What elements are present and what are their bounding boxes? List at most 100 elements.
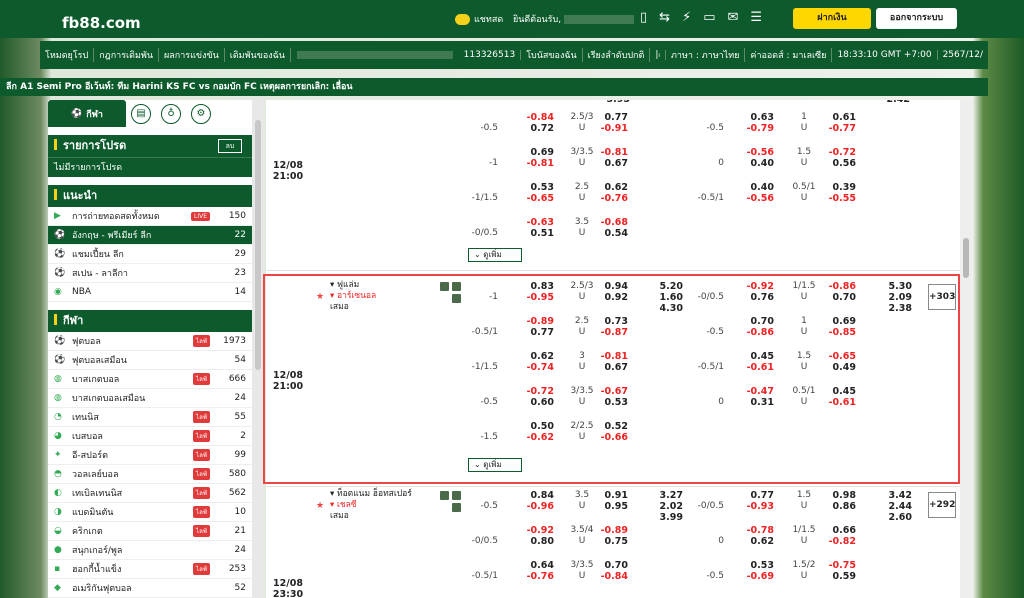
odds-away[interactable]: -0.66 xyxy=(594,432,628,443)
odds-home[interactable]: 0.50 xyxy=(520,421,554,432)
live-video-icon[interactable] xyxy=(452,282,461,291)
site-logo[interactable]: fb88.com xyxy=(62,4,141,35)
sidebar-scrollbar[interactable] xyxy=(252,100,264,598)
odds-partial[interactable]: 3.95 xyxy=(600,100,630,105)
more-button[interactable]: ⌄ ดูเพิ่ม xyxy=(468,248,522,262)
odds-partial[interactable]: 2.42 xyxy=(880,100,910,105)
odds-home[interactable]: 0.84 xyxy=(520,490,554,501)
live-chat-link[interactable]: แชทสด xyxy=(455,12,503,26)
field-icon[interactable] xyxy=(452,503,461,512)
stats-icon[interactable] xyxy=(440,282,449,291)
favorites-delete-button[interactable]: ลบ xyxy=(218,139,242,153)
odds-away-half[interactable]: -0.82 xyxy=(822,536,856,547)
odds-away[interactable]: 0.92 xyxy=(594,292,628,303)
odds-away-half[interactable]: 0.70 xyxy=(822,292,856,303)
odds-home-half[interactable]: 0.40 xyxy=(740,182,774,193)
main-scroll-thumb[interactable] xyxy=(963,238,969,278)
sport-item[interactable]: ⚽ ฟุตบอล ไลฟ์ 1973 xyxy=(48,332,252,351)
odds-away-half[interactable]: 0.39 xyxy=(822,182,856,193)
away-team[interactable]: ▾ เชลซี xyxy=(330,500,412,511)
odds-away[interactable]: -0.67 xyxy=(594,386,628,397)
odds-away-half[interactable]: -0.77 xyxy=(822,123,856,134)
odds-away[interactable]: -0.76 xyxy=(594,193,628,204)
stats-icon[interactable] xyxy=(440,491,449,500)
odds-home[interactable]: -0.76 xyxy=(520,571,554,582)
sport-item[interactable]: ◑ แบดมินตัน ไลฟ์ 10 xyxy=(48,503,252,522)
odds-home-half[interactable]: -0.69 xyxy=(740,571,774,582)
odds-home-half[interactable]: -0.86 xyxy=(740,327,774,338)
more-markets-button[interactable]: +303 xyxy=(928,284,956,310)
odds-home[interactable]: -0.62 xyxy=(520,432,554,443)
odds-away-half[interactable]: 0.86 xyxy=(822,501,856,512)
odds-home-half[interactable]: -0.79 xyxy=(740,123,774,134)
recommended-item[interactable]: ◉ NBA 14 xyxy=(48,283,252,302)
recommended-item[interactable]: ⚽ แชมเปี้ยน ลีก 29 xyxy=(48,245,252,264)
wallet-icon[interactable]: ▯ xyxy=(640,10,647,25)
odds-away[interactable]: 0.53 xyxy=(594,397,628,408)
sport-item[interactable]: ◒ คริกเกต ไลฟ์ 21 xyxy=(48,522,252,541)
sport-item[interactable]: ◍ บาสเกตบอล ไลฟ์ 666 xyxy=(48,370,252,389)
odds-away-half[interactable]: -0.55 xyxy=(822,193,856,204)
odds-away[interactable]: 0.62 xyxy=(594,182,628,193)
sport-item[interactable]: ● สนุกเกอร์/พูล 24 xyxy=(48,541,252,560)
lightning-icon[interactable]: ⚡ xyxy=(682,10,691,25)
odds-home-half[interactable]: 0.53 xyxy=(740,560,774,571)
odds-away[interactable]: -0.68 xyxy=(594,217,628,228)
nav-results[interactable]: ผลการแข่งขัน xyxy=(159,48,225,62)
home-team[interactable]: ▾ ท็อตแนม ฮ็อทสเปอร์ xyxy=(330,489,412,500)
odds-home[interactable]: -0.74 xyxy=(520,362,554,373)
odds-home-half[interactable]: -0.56 xyxy=(740,147,774,158)
odds-home[interactable]: 0.72 xyxy=(520,123,554,134)
odds-home-half[interactable]: 0.62 xyxy=(740,536,774,547)
odds-home[interactable]: -0.95 xyxy=(520,292,554,303)
odds-1x2-half[interactable]: 2.60 xyxy=(878,512,912,523)
home-team[interactable]: ▾ ฟูแล่ม xyxy=(330,280,376,291)
odds-away-half[interactable]: 0.98 xyxy=(822,490,856,501)
odds-1x2[interactable]: 5.20 xyxy=(649,281,683,292)
nav-my-bets[interactable]: เดิมพันของฉัน xyxy=(225,48,291,62)
odds-away[interactable]: 0.70 xyxy=(594,560,628,571)
odds-home[interactable]: 0.60 xyxy=(520,397,554,408)
odds-away[interactable]: 0.91 xyxy=(594,490,628,501)
odds-1x2[interactable]: 1.60 xyxy=(649,292,683,303)
odds-home[interactable]: 0.53 xyxy=(520,182,554,193)
odds-away[interactable]: 0.67 xyxy=(594,158,628,169)
odds-away[interactable]: -0.91 xyxy=(594,123,628,134)
odds-home-half[interactable]: -0.56 xyxy=(740,193,774,204)
odds-away[interactable]: -0.81 xyxy=(594,351,628,362)
odds-away[interactable]: 0.52 xyxy=(594,421,628,432)
odds-away[interactable]: 0.54 xyxy=(594,228,628,239)
odds-home[interactable]: -0.72 xyxy=(520,386,554,397)
odds-away[interactable]: 0.73 xyxy=(594,316,628,327)
odds-home[interactable]: -0.84 xyxy=(520,112,554,123)
tab-sports[interactable]: ⚽ กีฬา xyxy=(48,100,126,127)
odds-home[interactable]: 0.80 xyxy=(520,536,554,547)
field-icon[interactable] xyxy=(452,294,461,303)
logout-button[interactable]: ออกจากระบบ xyxy=(876,8,957,29)
odds-away[interactable]: 0.77 xyxy=(594,112,628,123)
odds-home[interactable]: -0.65 xyxy=(520,193,554,204)
nav-euro-mode[interactable]: โหมดยุโรป xyxy=(40,48,95,62)
odds-home-half[interactable]: -0.93 xyxy=(740,501,774,512)
odds-home-half[interactable]: 0.40 xyxy=(740,158,774,169)
odds-away-half[interactable]: 0.56 xyxy=(822,158,856,169)
nav-rules[interactable]: กฎการเดิมพัน xyxy=(94,48,159,62)
nav-odds-type[interactable]: ค่าออดส์ : มาเลเซีย xyxy=(745,48,833,62)
odds-home-half[interactable]: 0.76 xyxy=(740,292,774,303)
odds-1x2-half[interactable]: 3.42 xyxy=(878,490,912,501)
odds-home-half[interactable]: 0.77 xyxy=(740,490,774,501)
nav-language[interactable]: ภาษา : ภาษาไทย xyxy=(666,48,746,62)
more-button[interactable]: ⌄ ดูเพิ่ม xyxy=(468,458,522,472)
odds-icon[interactable]: ▭ xyxy=(703,10,715,25)
sport-item[interactable]: ◆ อเมริกันฟุตบอล 52 xyxy=(48,579,252,598)
odds-away-half[interactable]: -0.86 xyxy=(822,281,856,292)
more-markets-button[interactable]: +292 xyxy=(928,492,956,518)
odds-1x2-half[interactable]: 2.44 xyxy=(878,501,912,512)
odds-home-half[interactable]: 0.45 xyxy=(740,351,774,362)
odds-1x2[interactable]: 2.02 xyxy=(649,501,683,512)
main-scrollbar[interactable] xyxy=(960,100,972,598)
odds-away[interactable]: -0.81 xyxy=(594,147,628,158)
recommended-item[interactable]: ▶ การถ่ายทอดสดทั้งหมด LIVE 150 xyxy=(48,207,252,226)
odds-away[interactable]: 0.75 xyxy=(594,536,628,547)
odds-away-half[interactable]: 0.49 xyxy=(822,362,856,373)
